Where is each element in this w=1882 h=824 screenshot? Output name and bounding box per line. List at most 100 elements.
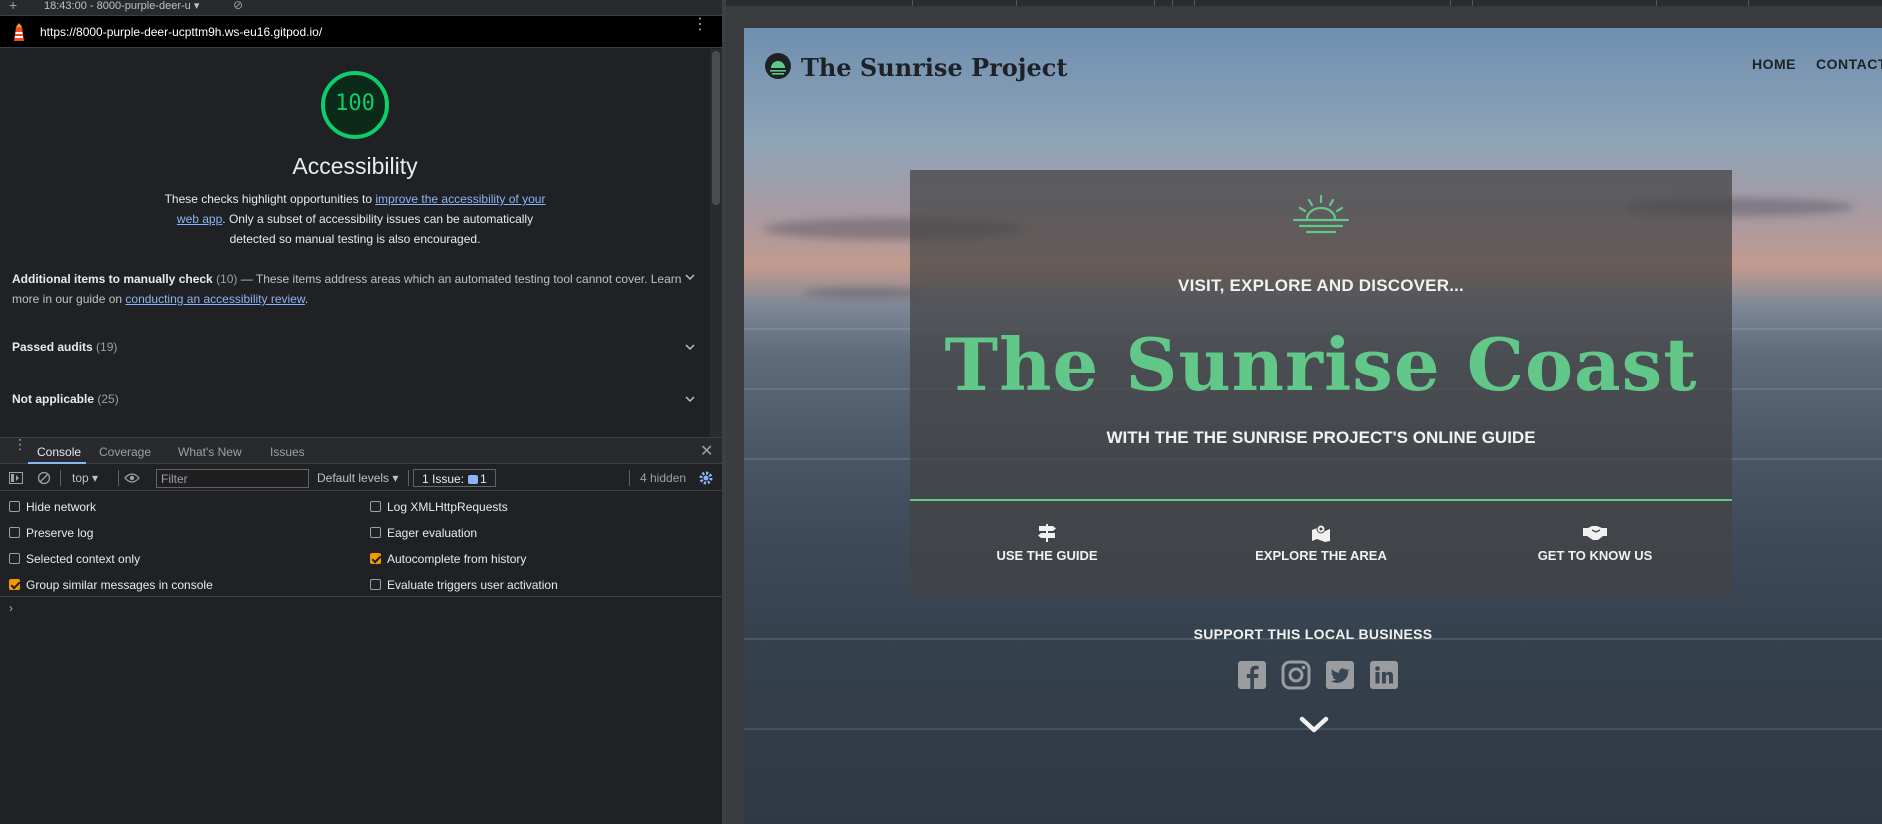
clear-reports-icon[interactable]: ⊘ [233, 0, 243, 12]
group-count: (25) [97, 392, 119, 406]
console-drawer: ⋮ Console Coverage What's New Issues ✕ t… [0, 437, 722, 824]
issues-label: 1 Issue: [422, 472, 465, 486]
eager-evaluation-checkbox[interactable] [370, 527, 381, 538]
console-toolbar: top ▾ Default levels ▾ 1 Issue: 1 4 hidde… [0, 465, 722, 491]
instagram-icon[interactable] [1281, 660, 1311, 690]
kicker-emphasis: DISCOVER... [1358, 276, 1464, 295]
hero-panel: VISIT, EXPLORE AND DISCOVER... The Sunri… [910, 170, 1732, 598]
group-count: (10) [216, 272, 238, 286]
website: The Sunrise Project HOME CONTACT VISIT, … [744, 28, 1882, 824]
support-label: SUPPORT THIS LOCAL BUSINESS [1193, 626, 1433, 642]
eye-icon[interactable] [124, 472, 140, 484]
hide-network-checkbox[interactable] [9, 501, 20, 512]
category-title: Accessibility [292, 153, 418, 179]
chevron-down-icon[interactable] [684, 341, 696, 353]
report-url: https://8000-purple-deer-ucpttm9h.ws-eu1… [40, 25, 323, 39]
hero-divider [910, 499, 1732, 501]
selected-context-label: Selected context only [26, 552, 141, 566]
nav-contact-link[interactable]: CONTACT [1816, 56, 1882, 72]
feature-label: EXPLORE THE AREA [1255, 548, 1387, 563]
screen: + 18:43:00 - 8000-purple-deer-u ▾ ⊘ http… [0, 0, 1882, 824]
nav-home-link[interactable]: HOME [1752, 56, 1796, 72]
tab-coverage[interactable]: Coverage [99, 445, 151, 459]
kicker-text: VISIT, EXPLORE AND [1178, 276, 1359, 295]
map-marker-icon [1312, 524, 1330, 542]
group-title: Passed audits [12, 340, 93, 354]
category-description: These checks highlight opportunities to … [155, 189, 555, 249]
selected-context-checkbox[interactable] [9, 553, 20, 564]
drawer-tab-bar: ⋮ Console Coverage What's New Issues ✕ [0, 437, 722, 464]
sidebar-toggle-icon[interactable] [9, 472, 23, 484]
chevron-down-icon[interactable] [684, 271, 696, 283]
tab-whats-new[interactable]: What's New [178, 445, 242, 459]
clear-console-icon[interactable] [37, 471, 51, 485]
hero-headline: The Sunrise Coast [944, 322, 1698, 407]
devtools-panel: + 18:43:00 - 8000-purple-deer-u ▾ ⊘ http… [0, 0, 722, 824]
group-title: Additional items to manually check [12, 272, 213, 286]
group-description-end: . [304, 292, 309, 306]
report-selector[interactable]: 18:43:00 - 8000-purple-deer-u ▾ [44, 0, 199, 12]
hero-subline: WITH THE THE SUNRISE PROJECT'S ONLINE GU… [1106, 428, 1536, 447]
console-prompt[interactable]: › [9, 601, 13, 615]
evaluate-triggers-checkbox[interactable] [370, 579, 381, 590]
tab-issues[interactable]: Issues [270, 445, 305, 459]
log-levels-dropdown[interactable]: Default levels ▾ [317, 471, 398, 485]
gear-icon[interactable] [698, 470, 714, 486]
tab-console[interactable]: Console [37, 445, 81, 459]
preserve-log-checkbox[interactable] [9, 527, 20, 538]
use-the-guide-link[interactable]: USE THE GUIDE [937, 524, 1157, 563]
report-scrollbar-thumb[interactable] [712, 51, 720, 205]
issues-count: 1 [480, 472, 487, 486]
background-cloud [804, 288, 924, 298]
console-divider [0, 596, 722, 597]
twitter-icon[interactable] [1325, 660, 1355, 690]
description-text-end: . Only a subset of accessibility issues … [222, 212, 534, 246]
new-report-button[interactable]: + [9, 0, 17, 13]
console-filter-input[interactable] [156, 469, 309, 488]
log-xhr-label: Log XMLHttpRequests [387, 500, 508, 514]
toolbar-separator [60, 470, 61, 486]
feature-label: USE THE GUIDE [996, 548, 1098, 563]
issue-badge-icon [468, 475, 479, 484]
linkedin-icon[interactable] [1369, 660, 1399, 690]
facebook-icon[interactable] [1237, 660, 1267, 690]
active-tab-indicator [28, 462, 86, 464]
issues-counter-button[interactable]: 1 Issue: 1 [413, 469, 496, 487]
hidden-messages-count: 4 hidden [640, 471, 687, 485]
close-drawer-icon[interactable]: ✕ [700, 441, 713, 461]
description-text: These checks highlight opportunities to [164, 192, 376, 206]
manual-check-group[interactable]: Additional items to manually check (10) … [12, 269, 698, 309]
group-count: (19) [96, 340, 118, 354]
sunrise-logo-icon [765, 53, 791, 79]
explore-the-area-link[interactable]: EXPLORE THE AREA [1211, 524, 1431, 563]
brand-name: The Sunrise Project [801, 53, 1068, 82]
group-similar-checkbox[interactable] [9, 579, 20, 590]
chevron-down-icon[interactable] [684, 393, 696, 405]
group-title: Not applicable [12, 392, 95, 406]
group-similar-label: Group similar messages in console [26, 578, 213, 592]
preserve-log-label: Preserve log [26, 526, 94, 540]
passed-audits-group[interactable]: Passed audits (19) [12, 340, 698, 354]
lighthouse-icon [14, 23, 24, 41]
lighthouse-report: 100 Accessibility These checks highlight… [0, 49, 722, 437]
get-to-know-us-link[interactable]: GET TO KNOW US [1485, 524, 1705, 563]
autocomplete-history-checkbox[interactable] [370, 553, 381, 564]
report-tab-bar: + 18:43:00 - 8000-purple-deer-u ▾ ⊘ [0, 0, 722, 16]
context-selector[interactable]: top ▾ [72, 471, 98, 485]
more-options-icon[interactable]: ⋮ [692, 17, 708, 33]
scroll-down-chevron-icon[interactable] [1299, 714, 1329, 736]
accessibility-review-link[interactable]: conducting an accessibility review [125, 292, 304, 306]
log-xhr-checkbox[interactable] [370, 501, 381, 512]
eager-evaluation-label: Eager evaluation [387, 526, 478, 540]
media-query-bar[interactable] [726, 0, 1882, 6]
signpost-icon [1038, 524, 1056, 542]
hero-kicker: VISIT, EXPLORE AND DISCOVER... [910, 276, 1732, 296]
toolbar-separator [629, 470, 630, 486]
score-value: 100 [335, 91, 375, 116]
sunrise-icon [1292, 194, 1350, 234]
feature-label: GET TO KNOW US [1537, 548, 1653, 563]
toolbar-separator [118, 470, 119, 486]
handshake-icon [1583, 526, 1607, 540]
drawer-menu-icon[interactable]: ⋮ [13, 437, 27, 451]
not-applicable-group[interactable]: Not applicable (25) [12, 392, 698, 406]
